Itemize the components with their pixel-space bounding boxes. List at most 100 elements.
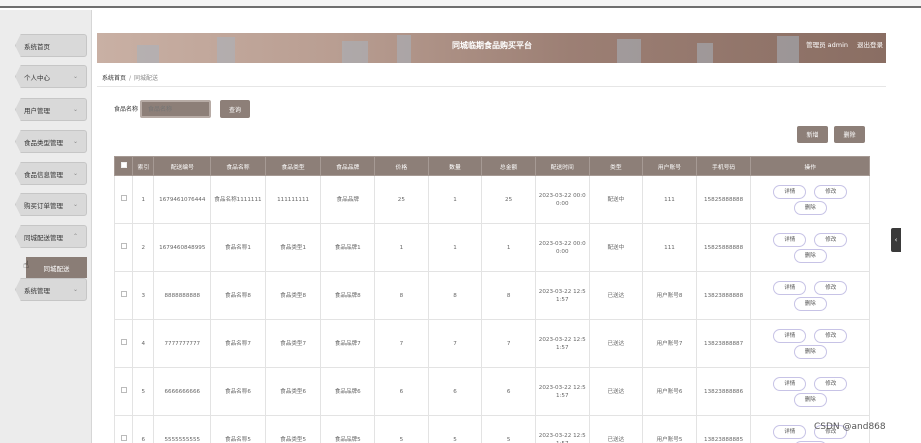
sidebar-item-label: 同城配送管理 bbox=[24, 233, 63, 242]
table-cell-quantity: 1 bbox=[427, 175, 483, 224]
row-checkbox[interactable] bbox=[120, 435, 127, 441]
search-input[interactable] bbox=[140, 100, 211, 118]
table-cell-user-account: 111 bbox=[642, 175, 697, 224]
table-cell-type: 已送达 bbox=[588, 319, 644, 368]
table-cell-food-type: 食品类型5 bbox=[264, 415, 322, 443]
table-cell-user-account: 用户账号5 bbox=[642, 415, 697, 443]
select-all-header[interactable] bbox=[113, 156, 134, 176]
sidebar-subitem-label: 同城配送 bbox=[43, 264, 70, 273]
table-cell-price: 7 bbox=[374, 319, 429, 368]
row-delete-button[interactable]: 删除 bbox=[793, 248, 827, 263]
table-cell-delivery-time: 2023-03-22 12:51:57 bbox=[534, 271, 590, 320]
table-cell-phone: 15825888888 bbox=[695, 175, 752, 224]
sidebar-item-label: 系统首页 bbox=[24, 42, 50, 51]
select-all-checkbox[interactable] bbox=[120, 162, 127, 168]
row-delete-button[interactable]: 删除 bbox=[793, 296, 827, 311]
column-header: 总金额 bbox=[481, 156, 536, 176]
row-checkbox[interactable] bbox=[120, 339, 127, 345]
table-cell-price: 25 bbox=[374, 175, 429, 224]
divider bbox=[97, 86, 886, 87]
column-header: 配送时间 bbox=[534, 156, 590, 176]
column-header: 操作 bbox=[750, 156, 870, 176]
edit-button[interactable]: 修改 bbox=[814, 232, 848, 247]
detail-button[interactable]: 详情 bbox=[773, 280, 807, 295]
table-cell-delivery-no: 6666666666 bbox=[153, 367, 212, 416]
row-select-cell[interactable] bbox=[113, 223, 134, 272]
detail-button[interactable]: 详情 bbox=[773, 328, 807, 343]
table-row: 1 1679461076444 食品名称1111111 111111111 食品品牌 25… bbox=[113, 175, 870, 224]
row-actions-cell: 详情修改删除 bbox=[750, 319, 870, 368]
column-header: 食品名称 bbox=[210, 156, 266, 176]
delivery-table: 索引 配送编号 食品名称 食品类型 食品品牌 价格 数量 总金额 配送时间 类型… bbox=[113, 156, 870, 443]
table-cell-total: 5 bbox=[481, 415, 536, 443]
table-cell-quantity: 8 bbox=[427, 271, 483, 320]
add-button[interactable]: 新增 bbox=[797, 126, 828, 143]
row-select-cell[interactable] bbox=[113, 319, 134, 368]
building-graphic bbox=[617, 39, 641, 63]
table-cell-type: 已送达 bbox=[588, 271, 644, 320]
logout-link[interactable]: 退出登录 bbox=[857, 39, 883, 49]
detail-button[interactable]: 详情 bbox=[773, 424, 807, 439]
table-cell-price: 5 bbox=[374, 415, 429, 443]
table-row: 2 1679460848995 食品名称1 食品类型1 食品品牌1 1 1 1 2023-03-… bbox=[113, 223, 870, 272]
search-button[interactable]: 查询 bbox=[220, 100, 250, 118]
sidebar-item-food-type-management[interactable]: 食品类型管理 ⌄ bbox=[15, 130, 87, 153]
building-graphic bbox=[777, 36, 799, 63]
breadcrumb-home[interactable]: 系统首页 bbox=[102, 75, 126, 82]
sidebar-item-system-management[interactable]: 系统管理 ⌄ bbox=[15, 278, 87, 301]
row-select-cell[interactable] bbox=[113, 367, 134, 416]
row-checkbox[interactable] bbox=[120, 387, 127, 393]
sidebar-item-user-management[interactable]: 用户管理 ⌄ bbox=[15, 98, 87, 121]
building-graphic bbox=[217, 37, 235, 63]
column-header: 用户账号 bbox=[642, 156, 697, 176]
row-actions-cell: 详情修改删除 bbox=[750, 271, 870, 320]
sidebar-item-home[interactable]: 系统首页 bbox=[15, 34, 87, 57]
row-checkbox[interactable] bbox=[120, 291, 127, 297]
chevron-down-icon: ⌄ bbox=[72, 106, 78, 113]
sidebar-item-delivery-management[interactable]: 同城配送管理 ⌃ bbox=[15, 225, 87, 248]
building-graphic bbox=[697, 43, 713, 63]
edit-button[interactable]: 修改 bbox=[814, 376, 848, 391]
table-cell-delivery-no: 8888888888 bbox=[153, 271, 212, 320]
edit-button[interactable]: 修改 bbox=[814, 280, 848, 295]
edit-button[interactable]: 修改 bbox=[814, 184, 848, 199]
chevron-down-icon: ⌄ bbox=[72, 73, 78, 80]
row-checkbox[interactable] bbox=[120, 195, 127, 201]
delete-button[interactable]: 删除 bbox=[834, 126, 865, 143]
table-row: 4 7777777777 食品名称7 食品类型7 食品品牌7 7 7 7 2023-03-22 … bbox=[113, 319, 870, 368]
column-header: 手机号码 bbox=[695, 156, 752, 176]
chevron-down-icon: ⌄ bbox=[72, 170, 78, 177]
row-delete-button[interactable]: 删除 bbox=[793, 392, 827, 407]
sidebar-item-personal-center[interactable]: 个人中心 ⌄ bbox=[15, 65, 87, 88]
row-delete-button[interactable]: 删除 bbox=[793, 344, 827, 359]
table-cell-user-account: 111 bbox=[642, 223, 697, 272]
row-select-cell[interactable] bbox=[113, 271, 134, 320]
table-cell-user-account: 用户账号8 bbox=[642, 271, 697, 320]
sidebar-item-order-management[interactable]: 购买订单管理 ⌄ bbox=[15, 193, 87, 216]
table-cell-price: 1 bbox=[374, 223, 429, 272]
edit-button[interactable]: 修改 bbox=[814, 328, 848, 343]
row-select-cell[interactable] bbox=[113, 415, 134, 443]
table-cell-phone: 13823888885 bbox=[695, 415, 752, 443]
row-actions-cell: 详情修改删除 bbox=[750, 175, 870, 224]
detail-button[interactable]: 详情 bbox=[773, 232, 807, 247]
building-graphic bbox=[342, 41, 368, 63]
table-cell-phone: 13823888888 bbox=[695, 271, 752, 320]
building-graphic bbox=[137, 45, 159, 63]
table-cell-price: 6 bbox=[374, 367, 429, 416]
sidebar-subitem-delivery[interactable]: 同城配送 bbox=[26, 257, 87, 278]
row-checkbox[interactable] bbox=[120, 243, 127, 249]
table-cell-index: 4 bbox=[132, 319, 155, 368]
table-cell-food-brand: 食品品牌6 bbox=[320, 367, 376, 416]
sidebar-item-food-info-management[interactable]: 食品信息管理 ⌄ bbox=[15, 162, 87, 185]
row-delete-button[interactable]: 删除 bbox=[793, 200, 827, 215]
row-select-cell[interactable] bbox=[113, 175, 134, 224]
detail-button[interactable]: 详情 bbox=[773, 376, 807, 391]
collapse-handle[interactable]: ‹ bbox=[891, 228, 901, 252]
table-cell-type: 配送中 bbox=[588, 223, 644, 272]
detail-button[interactable]: 详情 bbox=[773, 184, 807, 199]
window-top-bar bbox=[0, 0, 921, 8]
row-actions-cell: 详情修改删除 bbox=[750, 367, 870, 416]
sidebar-item-label: 系统管理 bbox=[24, 286, 50, 295]
breadcrumb-current: 同城配送 bbox=[134, 75, 159, 82]
